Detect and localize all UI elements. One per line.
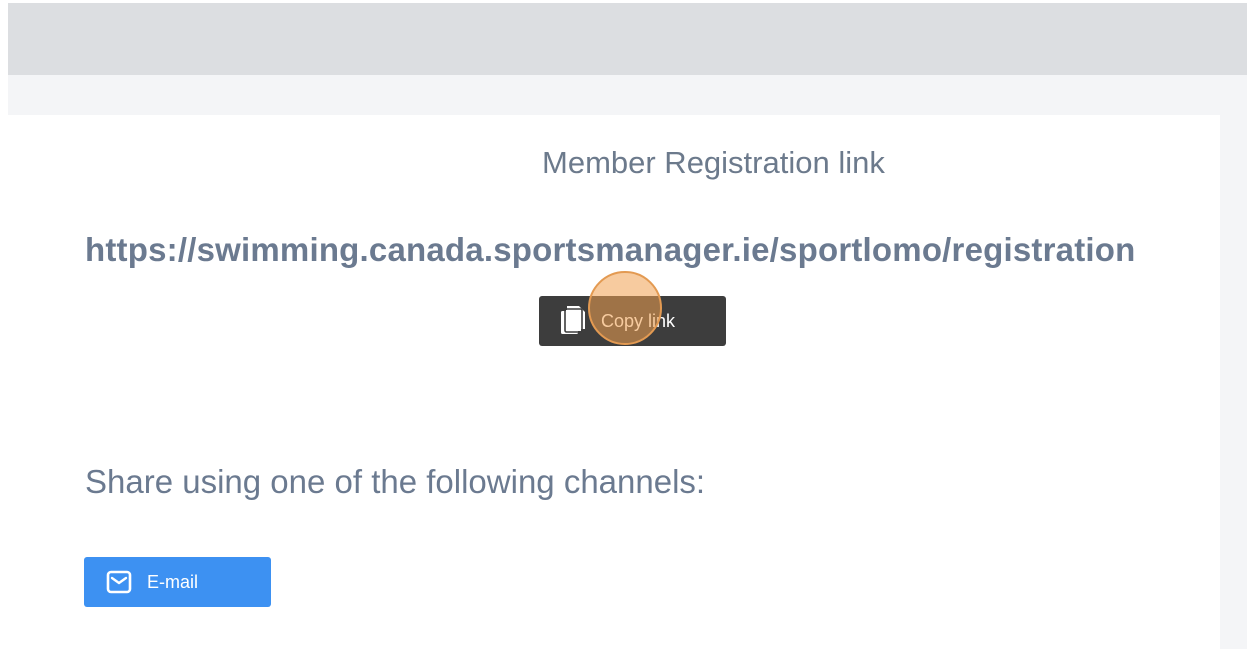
share-email-label: E-mail [147,571,199,592]
share-email-button[interactable]: E-mail [84,557,271,607]
copy-link-button[interactable]: Copy link [539,296,726,346]
sub-header-bar [8,75,1247,115]
modal-title: Member Registration link [542,145,885,180]
left-gutter [0,0,8,649]
envelope-icon [106,570,132,594]
share-heading: Share using one of the following channel… [85,463,706,500]
registration-url: https://swimming.canada.sportsmanager.ie… [85,231,1136,268]
top-header-bar [8,3,1247,75]
registration-link-modal: Member Registration link https://swimmin… [8,115,1220,649]
copy-link-label: Copy link [601,310,676,331]
copy-icon [559,305,587,337]
app-frame: Member Registration link https://swimmin… [0,0,1247,649]
right-gutter [1220,115,1247,649]
